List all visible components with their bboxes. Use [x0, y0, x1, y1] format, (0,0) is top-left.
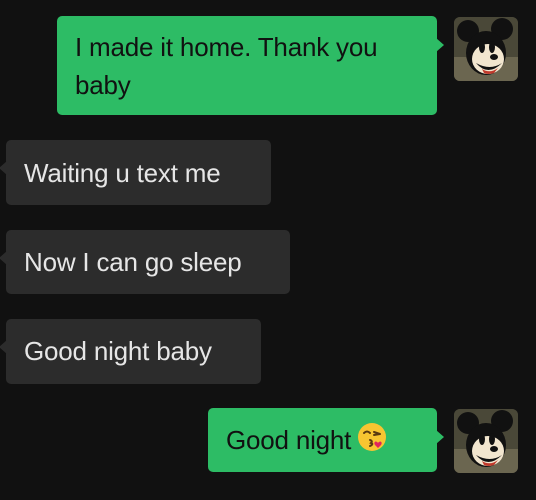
message-text: Now I can go sleep — [24, 247, 242, 277]
incoming-message-bubble[interactable]: Now I can go sleep — [0, 230, 290, 294]
message-text: Good night — [226, 425, 352, 455]
incoming-message-bubble[interactable]: Good night baby — [0, 319, 261, 384]
outgoing-message-bubble[interactable]: I made it home. Thank you baby — [57, 16, 444, 115]
message-text: Waiting u text me — [24, 158, 221, 188]
outgoing-message-bubble[interactable]: Good night — [208, 408, 444, 472]
message-text-line: I made it home. Thank you — [75, 32, 378, 62]
message-text: Good night baby — [24, 336, 212, 366]
bubble-tail — [436, 38, 444, 52]
bubble-tail — [0, 251, 7, 265]
contact-avatar[interactable] — [454, 17, 518, 81]
message-text-line: baby — [75, 70, 131, 100]
bubble-tail — [0, 161, 7, 175]
contact-avatar[interactable] — [454, 409, 518, 473]
mickey-avatar-image — [454, 17, 518, 81]
bubble-tail — [436, 430, 444, 444]
incoming-message-bubble[interactable]: Waiting u text me — [0, 140, 271, 205]
bubble-tail — [0, 340, 7, 354]
kiss-face-emoji-icon — [357, 422, 387, 462]
mickey-avatar-image — [454, 409, 518, 473]
